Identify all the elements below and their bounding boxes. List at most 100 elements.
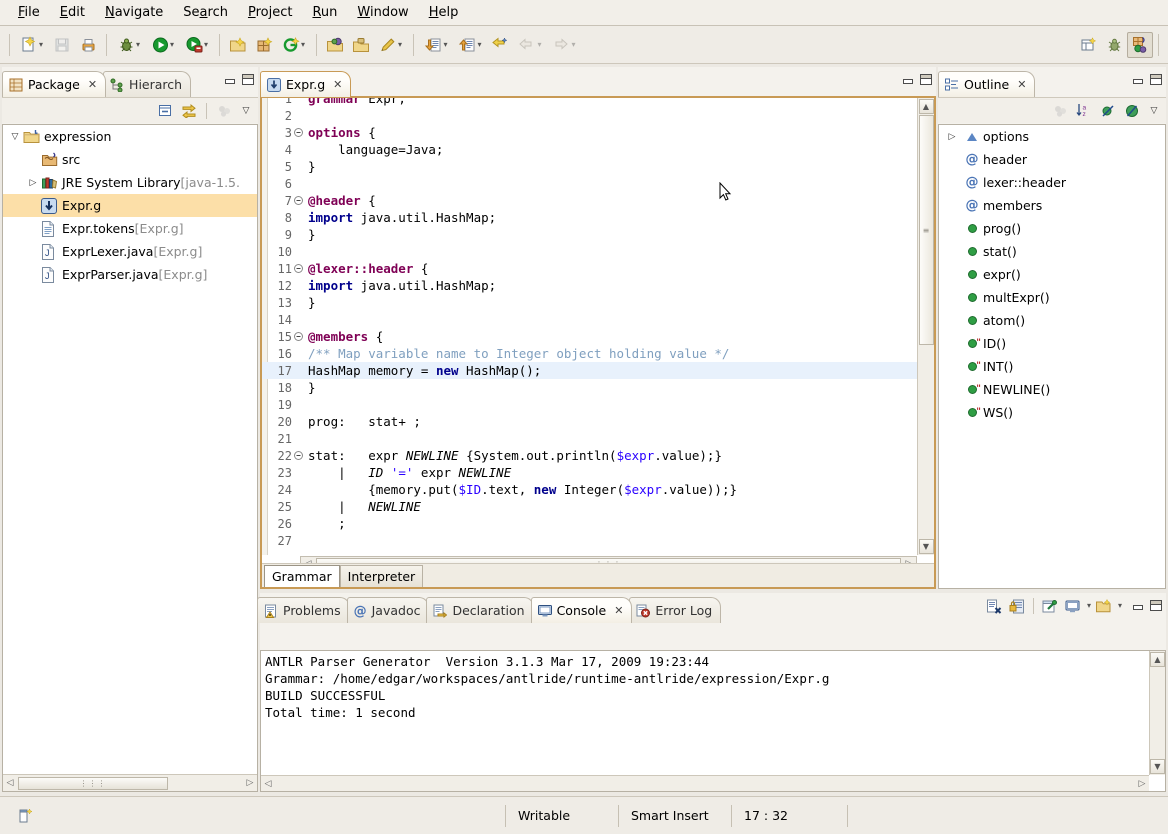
collapse-all-icon[interactable] xyxy=(155,101,175,121)
package-explorer-hscrollbar[interactable]: ◁ ⋮⋮⋮ ▷ xyxy=(3,774,257,791)
chevron-down-icon[interactable]: ▽ xyxy=(7,132,23,142)
tree-item-src[interactable]: src xyxy=(3,148,257,171)
outline-item-atom[interactable]: atom() xyxy=(939,309,1165,332)
outline-item-stat[interactable]: stat() xyxy=(939,240,1165,263)
tree-item-expression[interactable]: ▽expression xyxy=(3,125,257,148)
debug-perspective-button[interactable] xyxy=(1101,32,1127,58)
chevron-down-icon[interactable]: ▾ xyxy=(136,41,140,49)
code-line[interactable]: 16/** Map variable name to Integer objec… xyxy=(262,345,917,362)
tree-item-jre-system-library[interactable]: ▷JRE System Library [java-1.5. xyxy=(3,171,257,194)
chevron-down-icon[interactable]: ▾ xyxy=(204,41,208,49)
code-line[interactable]: 3options { xyxy=(262,124,917,141)
new-class-button[interactable]: ▾ xyxy=(277,32,311,58)
tab-expr-g[interactable]: Expr.g ✕ xyxy=(260,71,351,97)
new-wizard-button[interactable]: ▾ xyxy=(15,32,49,58)
tab-declaration[interactable]: Declaration xyxy=(426,597,533,623)
vscroll-track[interactable] xyxy=(919,345,934,538)
sort-az-icon[interactable]: az xyxy=(1074,101,1094,121)
code-line[interactable]: 5} xyxy=(262,158,917,175)
code-line[interactable]: 10 xyxy=(262,243,917,260)
code-line[interactable]: 2 xyxy=(262,107,917,124)
outline-item-options[interactable]: ▷options xyxy=(939,125,1165,148)
console-output[interactable]: ANTLR Parser Generator Version 3.1.3 Mar… xyxy=(261,651,1149,775)
code-line[interactable]: 25 | NEWLINE xyxy=(262,498,917,515)
code-line[interactable]: 24 {memory.put($ID.text, new Integer($ex… xyxy=(262,481,917,498)
scroll-up-icon[interactable]: ▲ xyxy=(1150,652,1165,667)
tree-item-exprparser-java[interactable]: JExprParser.java [Expr.g] xyxy=(3,263,257,286)
open-perspective-button[interactable] xyxy=(1075,32,1101,58)
last-edit-location-button[interactable] xyxy=(487,32,513,58)
display-console-icon[interactable] xyxy=(1063,596,1083,616)
outline-item-members[interactable]: @members xyxy=(939,194,1165,217)
chevron-down-icon[interactable]: ▾ xyxy=(398,41,402,49)
close-icon[interactable]: ✕ xyxy=(614,604,623,617)
chevron-down-icon[interactable]: ▾ xyxy=(477,41,481,49)
code-line[interactable]: 18} xyxy=(262,379,917,396)
hide-nonpublic-icon[interactable] xyxy=(1122,101,1142,121)
code-line[interactable]: 9} xyxy=(262,226,917,243)
maximize-icon[interactable] xyxy=(920,74,932,85)
scroll-right-icon[interactable]: ▷ xyxy=(1135,779,1149,789)
minimize-icon[interactable] xyxy=(1132,601,1144,611)
editor-page-tab-interpreter[interactable]: Interpreter xyxy=(340,565,424,587)
link-with-editor-icon[interactable] xyxy=(179,101,199,121)
debug-button[interactable]: ▾ xyxy=(112,32,146,58)
code-line[interactable]: 12import java.util.HashMap; xyxy=(262,277,917,294)
chevron-down-icon[interactable]: ▾ xyxy=(443,41,447,49)
focus-icon[interactable] xyxy=(1050,101,1070,121)
outline-item-prog[interactable]: prog() xyxy=(939,217,1165,240)
tab-problems[interactable]: Problems xyxy=(257,597,350,623)
scroll-down-icon[interactable]: ▼ xyxy=(919,539,934,554)
chevron-down-icon[interactable]: ▾ xyxy=(537,41,541,49)
outline-item-id[interactable]: "ID() xyxy=(939,332,1165,355)
code-line[interactable]: 19 xyxy=(262,396,917,413)
new-java-project-button[interactable] xyxy=(225,32,251,58)
scroll-up-icon[interactable]: ▲ xyxy=(919,99,934,114)
code-line[interactable]: 4 language=Java; xyxy=(262,141,917,158)
chevron-down-icon[interactable]: ▾ xyxy=(301,41,305,49)
fold-collapse-icon[interactable] xyxy=(294,128,306,137)
forward-button[interactable]: ▾ xyxy=(547,32,581,58)
menu-run[interactable]: Run xyxy=(302,2,347,23)
editor-page-tab-grammar[interactable]: Grammar xyxy=(264,565,340,587)
code-line[interactable]: 17HashMap memory = new HashMap(); xyxy=(262,362,917,379)
code-line[interactable]: 6 xyxy=(262,175,917,192)
open-task-button[interactable] xyxy=(348,32,374,58)
menu-window[interactable]: Window xyxy=(347,2,418,23)
pin-console-icon[interactable] xyxy=(1040,596,1060,616)
outline-item-int[interactable]: "INT() xyxy=(939,355,1165,378)
scroll-down-icon[interactable]: ▼ xyxy=(1150,759,1165,774)
back-button[interactable]: ▾ xyxy=(513,32,547,58)
chevron-down-icon[interactable]: ▾ xyxy=(571,41,575,49)
code-line[interactable]: 21 xyxy=(262,430,917,447)
hide-fields-icon[interactable] xyxy=(1098,101,1118,121)
open-type-button[interactable] xyxy=(322,32,348,58)
save-button[interactable] xyxy=(49,32,75,58)
tab-type-hierarchy[interactable]: Hierarch xyxy=(103,71,191,97)
close-icon[interactable]: ✕ xyxy=(1017,78,1026,91)
print-button[interactable] xyxy=(75,32,101,58)
run-button[interactable]: ▾ xyxy=(146,32,180,58)
tree-item-expr-g[interactable]: Expr.g xyxy=(3,194,257,217)
fold-collapse-icon[interactable] xyxy=(294,196,306,205)
code-line[interactable]: 7@header { xyxy=(262,192,917,209)
menu-help[interactable]: Help xyxy=(419,2,469,23)
code-line[interactable]: 27 xyxy=(262,532,917,549)
focus-icon[interactable] xyxy=(214,101,234,121)
tab-package-explorer[interactable]: Package ✕ xyxy=(2,71,106,97)
outline-tree[interactable]: ▷options@header@lexer::header@memberspro… xyxy=(938,124,1166,589)
outline-item-expr[interactable]: expr() xyxy=(939,263,1165,286)
scroll-left-icon[interactable]: ◁ xyxy=(261,779,275,789)
menu-file[interactable]: FFileile xyxy=(8,2,50,23)
outline-item-header[interactable]: @header xyxy=(939,148,1165,171)
maximize-icon[interactable] xyxy=(1150,600,1162,611)
minimize-icon[interactable] xyxy=(1132,75,1144,85)
code-line[interactable]: 20prog: stat+ ; xyxy=(262,413,917,430)
console-vscrollbar[interactable]: ▲ ▼ xyxy=(1149,651,1165,775)
tab-outline[interactable]: Outline ✕ xyxy=(938,71,1035,97)
tree-item-exprlexer-java[interactable]: JExprLexer.java [Expr.g] xyxy=(3,240,257,263)
fold-collapse-icon[interactable] xyxy=(294,451,306,460)
code-line[interactable]: 23 | ID '=' expr NEWLINE xyxy=(262,464,917,481)
vscroll-track[interactable] xyxy=(1150,668,1165,758)
code-line[interactable]: 11@lexer::header { xyxy=(262,260,917,277)
